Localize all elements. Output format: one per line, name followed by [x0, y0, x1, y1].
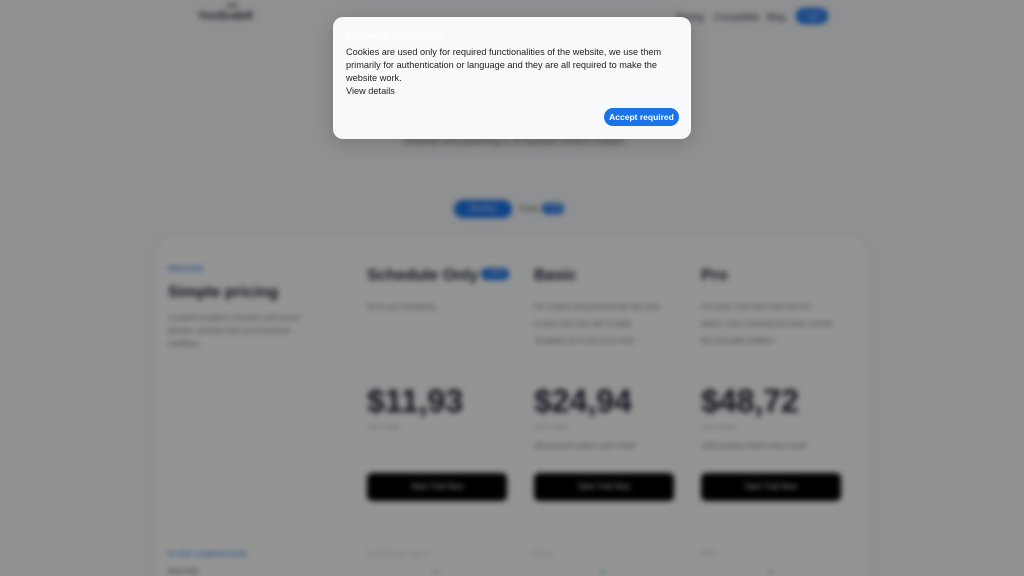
accept-required-button[interactable]: Accept required	[604, 108, 679, 126]
view-details-link[interactable]: View details	[346, 86, 395, 96]
cookie-consent-dialog: Cookie consent Cookies are used only for…	[333, 17, 691, 139]
cookie-dialog-text: Cookies are used only for required funct…	[346, 47, 662, 83]
cookie-dialog-title: Cookie consent	[345, 28, 442, 43]
